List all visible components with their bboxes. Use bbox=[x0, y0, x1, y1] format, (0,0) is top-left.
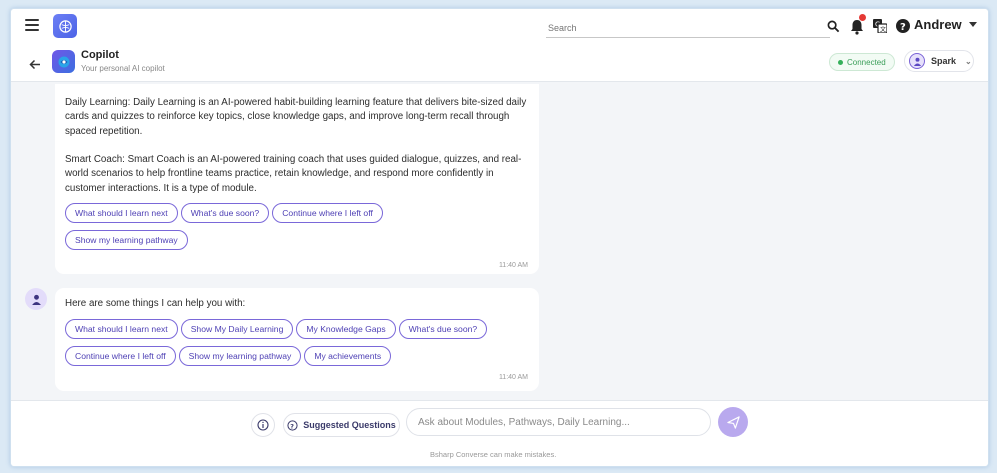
copilot-logo-icon bbox=[52, 50, 75, 73]
back-arrow-icon[interactable] bbox=[29, 57, 43, 70]
suggestion-chips: Continue where I left off Show my learnin… bbox=[65, 346, 394, 366]
chat-header: Copilot Your personal AI copilot Connect… bbox=[11, 45, 988, 82]
send-button[interactable] bbox=[718, 407, 748, 437]
page-title: Copilot bbox=[81, 49, 119, 61]
svg-text:文: 文 bbox=[880, 26, 886, 34]
user-name: Andrew bbox=[914, 17, 962, 32]
chip-show-my-learning-pathway[interactable]: Show my learning pathway bbox=[178, 346, 302, 366]
search-input[interactable] bbox=[546, 19, 830, 38]
info-icon bbox=[257, 419, 269, 431]
chip-continue-where-i-left-off[interactable]: Continue where I left off bbox=[272, 203, 383, 223]
menu-icon[interactable] bbox=[25, 19, 39, 33]
assistant-message: Here are some things I can help you with… bbox=[55, 288, 539, 391]
message-timestamp: 11:40 AM bbox=[498, 374, 528, 381]
chip-my-achievements[interactable]: My achievements bbox=[304, 346, 392, 366]
message-timestamp: 11:40 AM bbox=[498, 262, 528, 269]
info-button[interactable] bbox=[251, 413, 275, 437]
suggestion-chips: What should I learn next Show My Daily Le… bbox=[65, 319, 490, 339]
send-icon bbox=[726, 415, 740, 429]
chip-show-my-daily-learning[interactable]: Show My Daily Learning bbox=[180, 319, 294, 339]
chip-show-my-learning-pathway[interactable]: Show my learning pathway bbox=[65, 230, 188, 250]
assistant-message: Daily Learning: Daily Learning is an AI-… bbox=[55, 84, 539, 274]
message-text: Here are some things I can help you with… bbox=[65, 298, 246, 309]
agent-name: Spark bbox=[931, 56, 957, 66]
message-input[interactable] bbox=[406, 408, 711, 436]
notification-badge bbox=[859, 14, 866, 21]
question-circle-icon: ? bbox=[287, 419, 298, 431]
search-icon[interactable] bbox=[827, 20, 841, 34]
message-paragraph: Smart Coach: Smart Coach is an AI-powere… bbox=[65, 154, 522, 194]
status-badge: Connected bbox=[829, 53, 895, 71]
user-avatar-icon bbox=[909, 53, 925, 69]
disclaimer-text: Bsharp Converse can make mistakes. bbox=[430, 450, 557, 459]
chip-whats-due-soon[interactable]: What's due soon? bbox=[398, 319, 488, 339]
suggestion-chips: What should I learn next What's due soon?… bbox=[65, 203, 386, 223]
chip-continue-where-i-left-off[interactable]: Continue where I left off bbox=[65, 346, 176, 366]
suggestion-chips: Show my learning pathway bbox=[65, 230, 191, 250]
help-icon[interactable]: ? bbox=[896, 19, 910, 33]
chip-what-should-i-learn-next[interactable]: What should I learn next bbox=[65, 203, 178, 223]
brain-logo-icon[interactable] bbox=[53, 14, 77, 38]
translate-icon[interactable]: G文 bbox=[873, 19, 888, 34]
user-menu[interactable]: Andrew bbox=[914, 17, 977, 32]
svg-text:?: ? bbox=[291, 422, 295, 430]
caret-down-icon bbox=[968, 22, 977, 27]
suggested-questions-button[interactable]: ? Suggested Questions bbox=[283, 413, 400, 437]
app-window: G文 ? Andrew Copilot Your personal AI cop… bbox=[10, 8, 989, 467]
status-dot-icon bbox=[838, 59, 843, 65]
chip-what-should-i-learn-next[interactable]: What should I learn next bbox=[65, 319, 178, 339]
agent-selector[interactable]: Spark ⌄ bbox=[904, 50, 974, 72]
chip-whats-due-soon[interactable]: What's due soon? bbox=[180, 203, 270, 223]
chip-my-knowledge-gaps[interactable]: My Knowledge Gaps bbox=[296, 319, 396, 339]
message-paragraph: Daily Learning: Daily Learning is an AI-… bbox=[65, 97, 527, 137]
top-bar: G文 ? Andrew bbox=[11, 9, 988, 46]
bot-avatar-icon bbox=[25, 288, 47, 310]
page-subtitle: Your personal AI copilot bbox=[81, 64, 165, 73]
svg-text:?: ? bbox=[900, 22, 906, 33]
message-composer: ? Suggested Questions Bsharp Converse ca… bbox=[11, 400, 988, 466]
chevron-down-icon: ⌄ bbox=[965, 56, 972, 66]
